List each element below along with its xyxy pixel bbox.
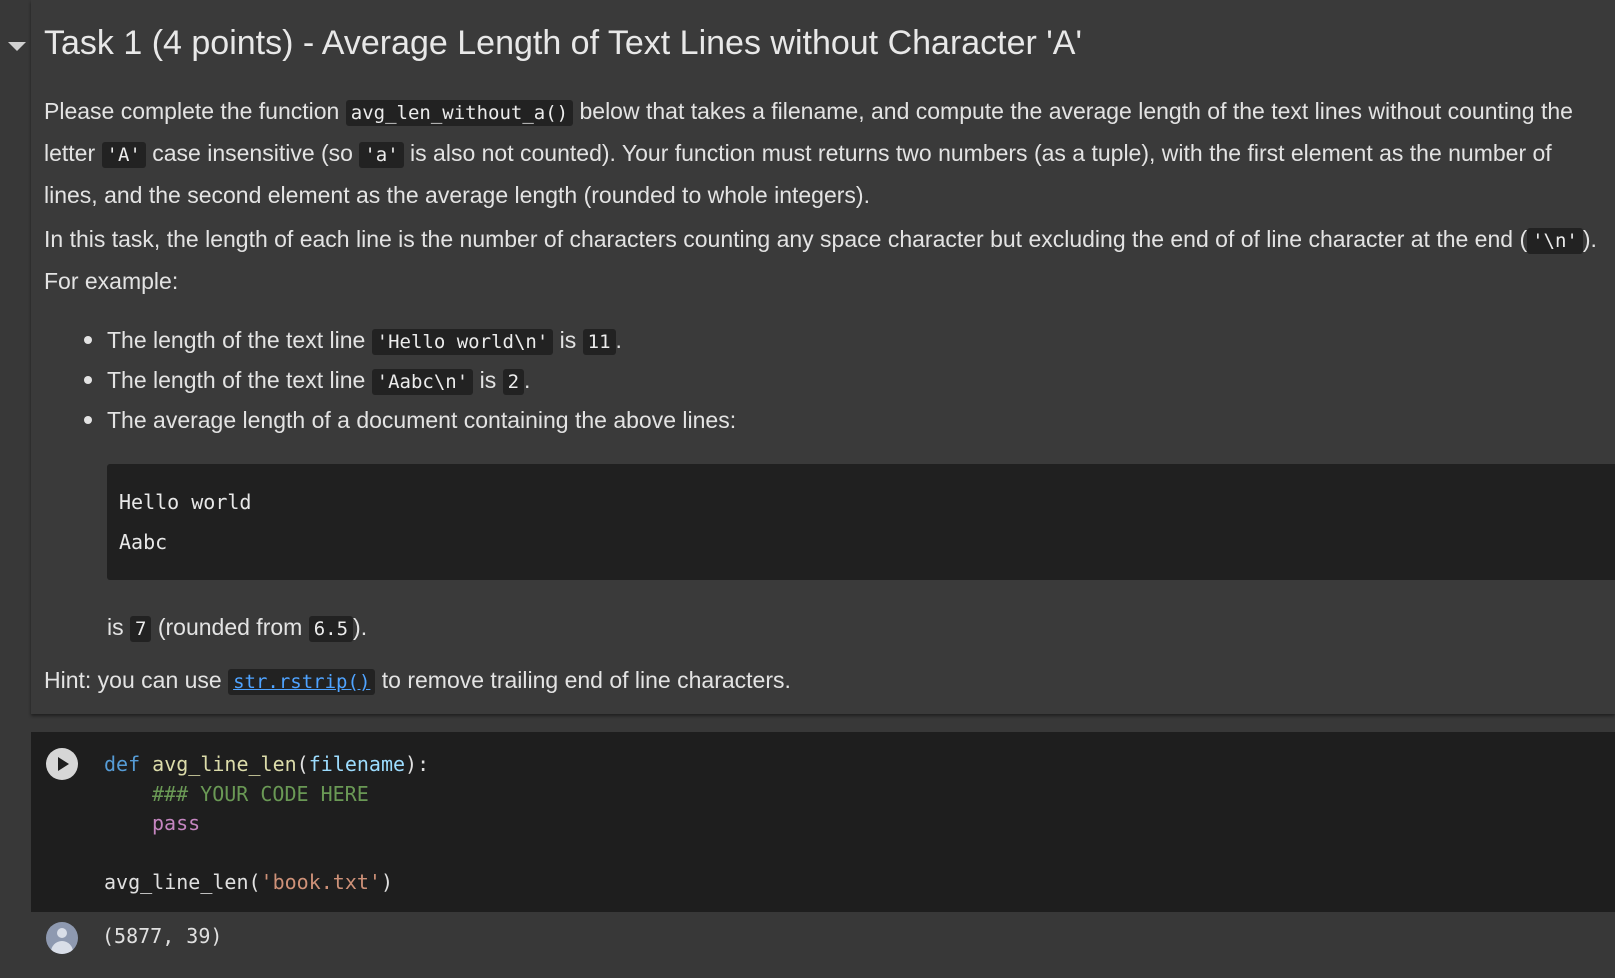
example-code-block: Hello world Aabc xyxy=(107,464,1615,580)
result-text: is 7 (rounded from 6.5). xyxy=(107,614,368,642)
text: In this task, the length of each line is… xyxy=(44,226,1528,252)
inline-code: 7 xyxy=(130,616,152,642)
text: case insensitive (so xyxy=(145,140,360,166)
list-item: The average length of a document contain… xyxy=(44,400,736,440)
inline-code-newline: '\n' xyxy=(1527,228,1583,254)
example-list: The length of the text line 'Hello world… xyxy=(44,320,736,440)
inline-code-a: 'a' xyxy=(359,142,404,168)
run-cell-button[interactable] xyxy=(46,748,78,780)
text: Please complete the function xyxy=(44,98,346,124)
inline-code-function: avg_len_without_a() xyxy=(345,100,574,126)
output-avatar-icon[interactable] xyxy=(46,922,78,954)
cell-output: (5877, 39) xyxy=(102,924,223,948)
code-line-1[interactable]: def avg_line_len(filename): xyxy=(104,752,429,776)
example-line: Aabc xyxy=(119,530,168,554)
example-line: Hello world xyxy=(119,490,252,514)
left-gutter xyxy=(0,0,31,978)
inline-code: 'Hello world\n' xyxy=(371,329,554,355)
inline-code: 6.5 xyxy=(308,616,354,642)
rstrip-doc-link[interactable]: str.rstrip() xyxy=(228,669,376,695)
instructions-paragraph: Please complete the function avg_len_wit… xyxy=(44,91,1604,215)
section-heading: Task 1 (4 points) - Average Length of Te… xyxy=(44,24,1082,62)
list-item: The length of the text line 'Hello world… xyxy=(44,320,736,360)
code-line-5[interactable]: avg_line_len('book.txt') xyxy=(104,870,393,894)
hint-text: Hint: you can use str.rstrip() to remove… xyxy=(44,667,791,695)
inline-code-A: 'A' xyxy=(101,142,146,168)
inline-code: 2 xyxy=(502,369,525,395)
code-line-3[interactable]: pass xyxy=(152,811,200,835)
inline-code: 11 xyxy=(582,329,616,355)
length-definition-paragraph: In this task, the length of each line is… xyxy=(44,219,1604,301)
list-item: The length of the text line 'Aabc\n' is … xyxy=(44,360,736,400)
inline-code: 'Aabc\n' xyxy=(371,369,474,395)
collapse-section-icon[interactable] xyxy=(8,42,26,51)
code-line-2[interactable]: ### YOUR CODE HERE xyxy=(152,782,369,806)
